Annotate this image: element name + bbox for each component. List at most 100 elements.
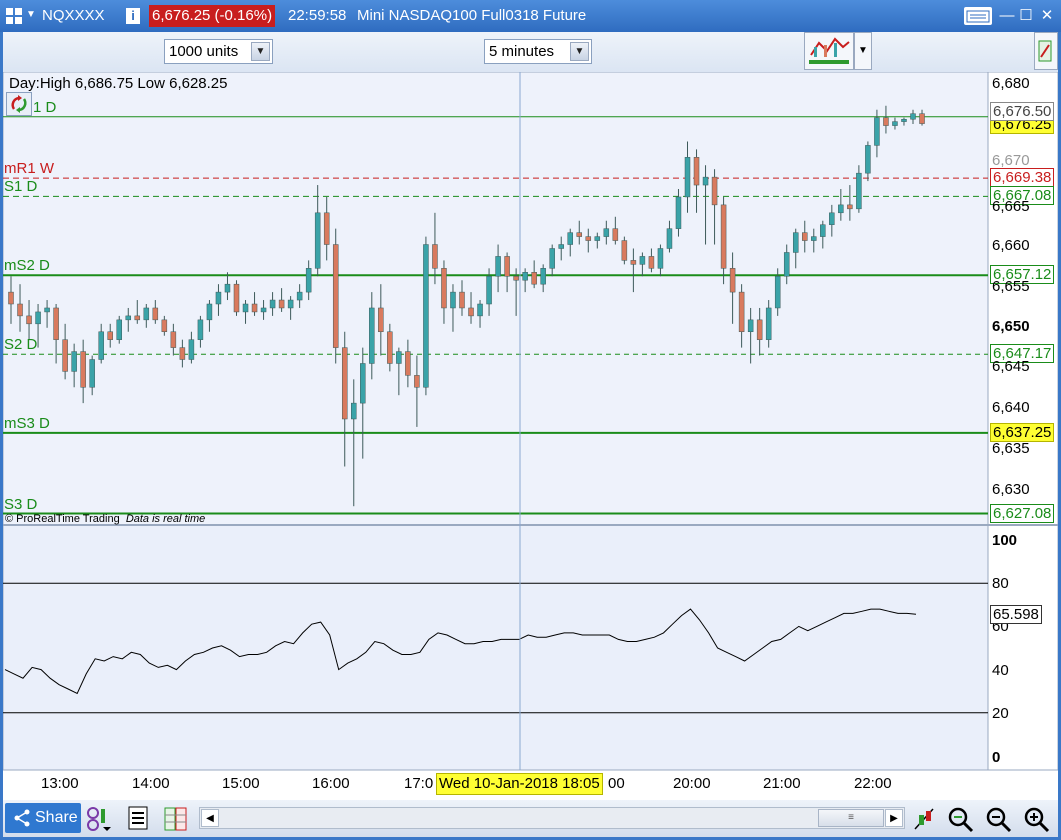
indicator-add-icon[interactable] — [85, 805, 113, 833]
minimize-button[interactable]: — — [997, 6, 1017, 26]
trading-ladder-icon[interactable] — [163, 805, 191, 833]
candle-body — [838, 204, 844, 214]
chart-canvas[interactable] — [3, 72, 1058, 800]
share-label: Share — [35, 809, 78, 826]
drawing-tools-icon — [1038, 40, 1052, 62]
candle-body — [260, 307, 267, 313]
candle-body — [657, 248, 664, 269]
rsi-axis-label: 40 — [992, 662, 1009, 679]
candle-body — [152, 307, 159, 321]
symbol-label[interactable]: NQXXXX — [42, 7, 105, 24]
price-axis-label: 6,680 — [992, 75, 1030, 92]
candle-body — [865, 145, 871, 174]
rsi-value-badge: 65.598 — [990, 605, 1042, 624]
candle-body — [811, 236, 817, 241]
zoom-fit-icon[interactable] — [946, 805, 974, 833]
candle-body — [62, 339, 68, 372]
candle-body — [44, 307, 50, 313]
refresh-icon[interactable] — [6, 92, 32, 116]
price-axis-label: 6,630 — [992, 481, 1030, 498]
candle-body — [802, 232, 808, 241]
price-axis-label: 6,635 — [992, 440, 1030, 457]
pivot-level-label: S2 D — [4, 336, 38, 354]
candle-body — [80, 351, 86, 388]
candle-body — [8, 291, 14, 305]
candle-body — [314, 212, 321, 269]
candle-body — [116, 319, 122, 340]
candle-body — [134, 315, 141, 321]
time-axis-label: 20:00 — [673, 775, 711, 792]
price-chart[interactable]: Day:High 6,686.75 Low 6,628.25 1 D6,677.… — [3, 72, 1058, 800]
candle-body — [71, 351, 77, 372]
pivot-level-value: 6,627.08 — [990, 503, 1055, 523]
time-axis-label: 17:0 — [404, 775, 434, 792]
keyboard-icon[interactable] — [964, 7, 992, 25]
scroll-left-arrow[interactable]: ◀ — [201, 809, 219, 827]
candle-body — [693, 157, 700, 186]
candle-body — [233, 283, 240, 313]
candle-body — [459, 291, 465, 309]
units-select[interactable]: 1000 units ▼ — [164, 39, 273, 64]
candle-body — [910, 113, 916, 120]
time-scrollbar[interactable]: ◀ ≡ ▶ — [199, 807, 905, 829]
candle-body — [206, 303, 213, 321]
time-axis-label: 15:00 — [222, 775, 260, 792]
candle-body — [504, 256, 510, 277]
share-button[interactable]: Share — [5, 803, 81, 833]
candle-body — [648, 256, 655, 269]
candle-body — [549, 248, 555, 269]
candle-body — [829, 212, 835, 225]
price-axis-label: 6,660 — [992, 237, 1030, 254]
price-axis-label: 6,670 — [992, 152, 1030, 169]
pivot-level-label: S3 D — [4, 495, 38, 513]
candle-body — [125, 315, 132, 321]
candle-body — [919, 113, 925, 124]
chart-type-button[interactable] — [804, 32, 854, 70]
time-axis-label: 14:00 — [132, 775, 170, 792]
candle-body — [332, 244, 339, 348]
candle-body — [901, 118, 907, 122]
candle-body — [531, 272, 537, 285]
candle-body — [278, 299, 285, 309]
rsi-axis-label: 0 — [992, 749, 1001, 766]
scroll-thumb[interactable]: ≡ — [818, 809, 884, 827]
copyright-text: © ProRealTime Trading — [5, 513, 120, 525]
candle-body — [143, 307, 150, 321]
candle-body — [558, 244, 564, 249]
candle-body — [856, 172, 862, 210]
close-button[interactable]: ✕ — [1037, 6, 1057, 26]
candle-body — [612, 228, 619, 241]
candle-body — [630, 260, 637, 265]
candle-body — [287, 299, 294, 309]
candle-body — [666, 228, 673, 249]
order-book-icon[interactable] — [127, 805, 155, 833]
candle-body — [432, 244, 438, 269]
price-axis-label: 6,665 — [992, 198, 1030, 215]
candle-body — [396, 351, 402, 364]
price-axis-label: 6,650 — [992, 318, 1030, 335]
maximize-button[interactable]: ☐ — [1016, 6, 1036, 26]
candle-body — [621, 240, 628, 261]
candle-body — [341, 347, 348, 420]
candle-body — [477, 303, 483, 317]
scroll-right-arrow[interactable]: ▶ — [885, 809, 903, 827]
chart-type-dropdown-arrow[interactable]: ▼ — [854, 32, 872, 70]
candle-body — [197, 319, 204, 340]
rsi-panel-background — [3, 526, 988, 770]
chevron-down-icon[interactable]: ▼ — [251, 42, 270, 61]
units-select-value: 1000 units — [169, 43, 239, 60]
chevron-down-icon[interactable]: ▼ — [570, 42, 589, 61]
dropdown-arrow-icon[interactable]: ▼ — [26, 9, 36, 20]
drawing-tools-button[interactable] — [1034, 32, 1058, 70]
window-grid-icon[interactable] — [6, 8, 22, 24]
autoscale-icon[interactable] — [911, 805, 939, 833]
candle-body — [269, 299, 276, 309]
candle-body — [594, 236, 601, 241]
zoom-in-icon[interactable] — [1022, 805, 1050, 833]
pivot-level-label: mS3 D — [4, 414, 50, 432]
candle-body — [414, 375, 420, 388]
time-axis-label: 00 — [608, 775, 625, 792]
zoom-out-icon[interactable] — [984, 805, 1012, 833]
info-icon[interactable]: i — [126, 8, 140, 24]
interval-select[interactable]: 5 minutes ▼ — [484, 39, 592, 64]
